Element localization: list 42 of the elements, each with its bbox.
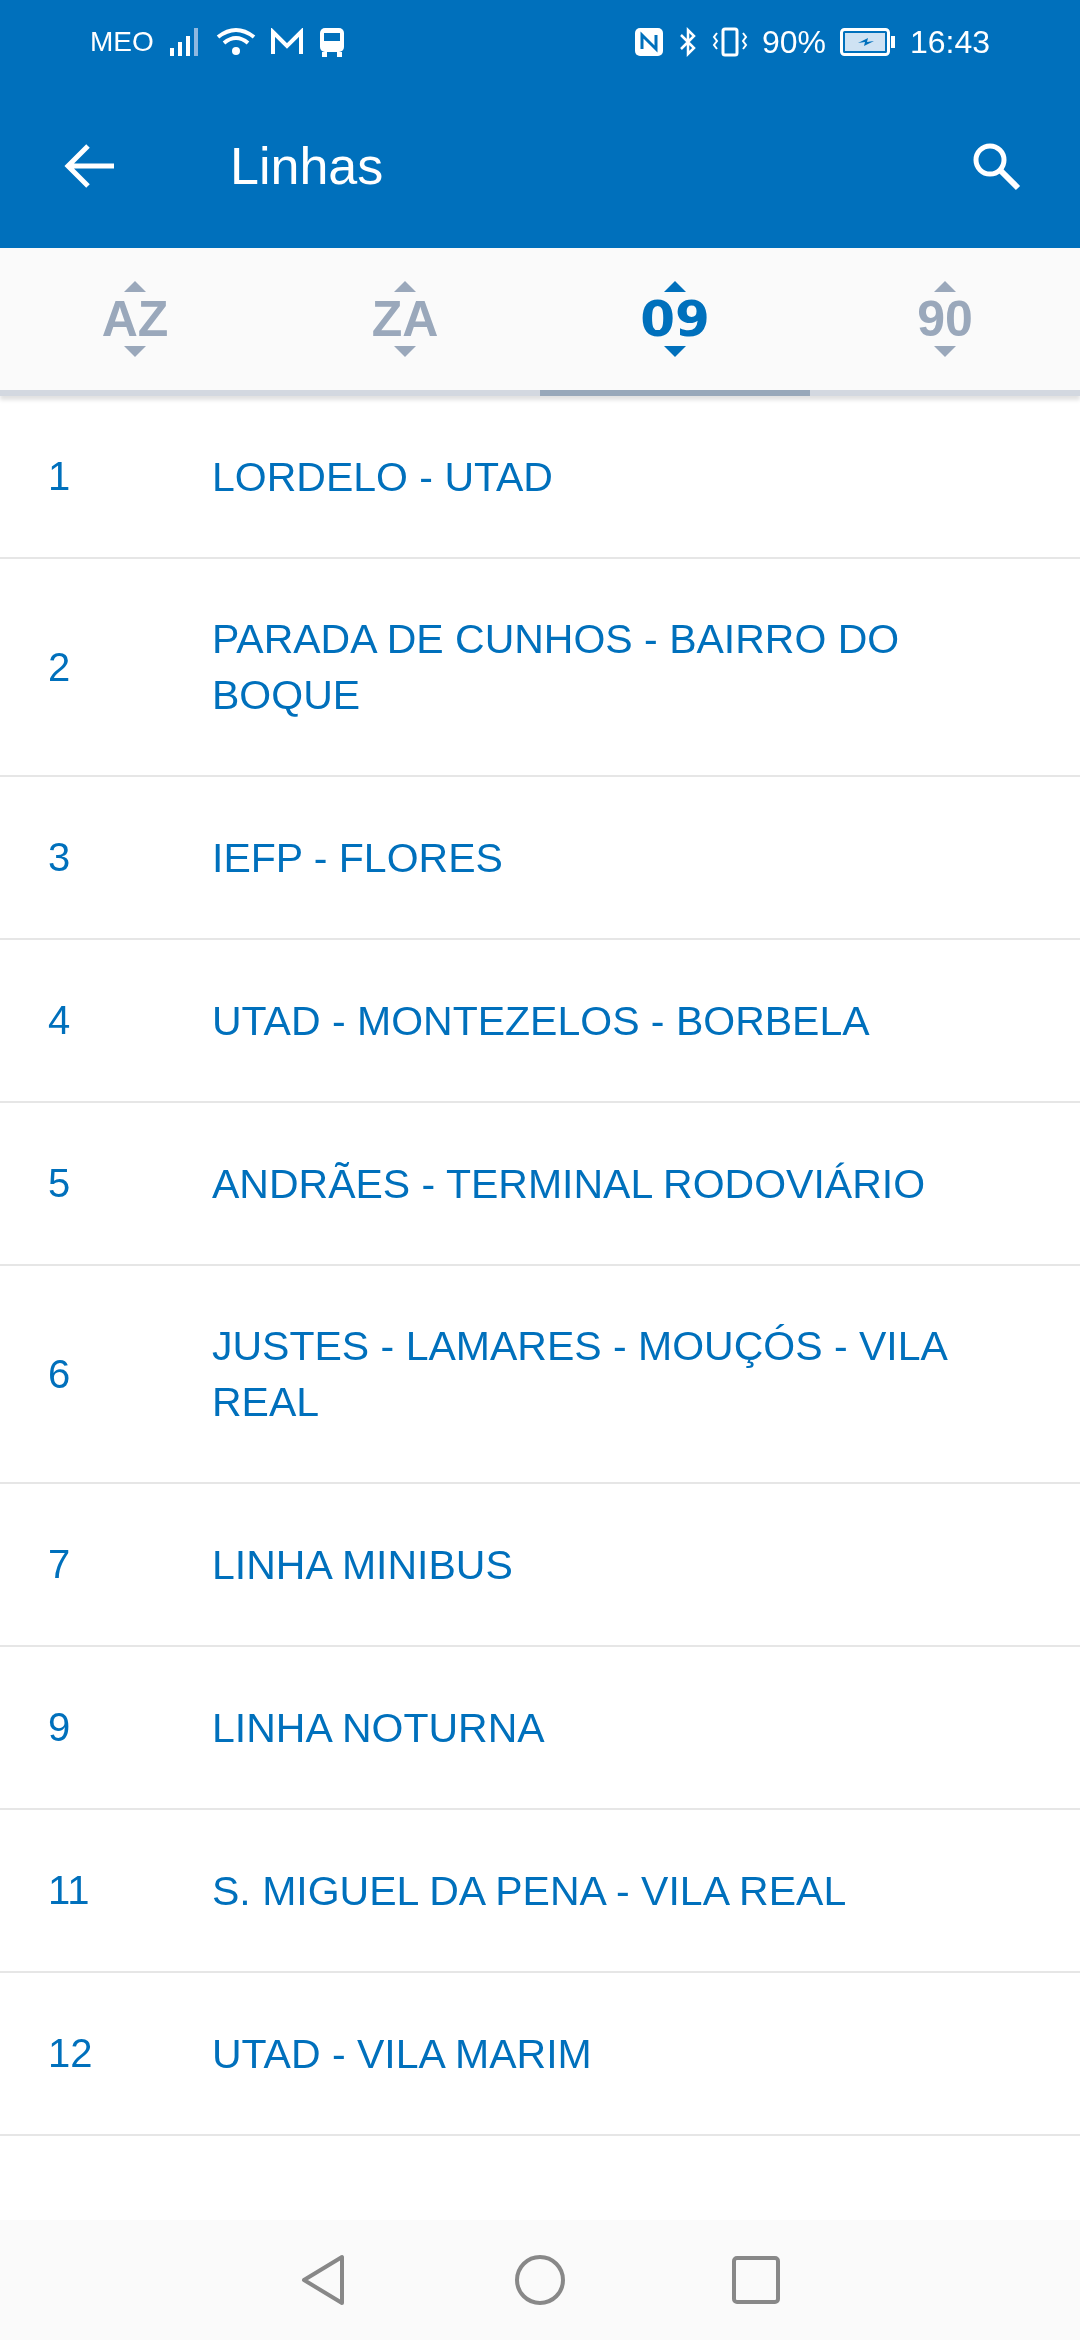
line-row[interactable]: 3 IEFP - FLORES — [0, 777, 1080, 940]
line-number: 12 — [48, 2031, 94, 2076]
bluetooth-icon — [677, 27, 698, 57]
line-row[interactable]: 12 UTAD - VILA MARIM — [0, 1973, 1080, 2136]
screen-title: Linhas — [230, 136, 385, 196]
line-row[interactable]: 6 JUSTES - LAMARES - MOUÇÓS - VILA REAL — [0, 1266, 1080, 1484]
line-number: 3 — [48, 835, 72, 880]
line-row[interactable]: 5 ANDRÃES - TERMINAL RODOVIÁRIO — [0, 1103, 1080, 1266]
vibrate-icon — [711, 27, 748, 57]
line-number: 1 — [48, 454, 72, 499]
line-row[interactable]: 11 S. MIGUEL DA PENA - VILA REAL — [0, 1810, 1080, 1973]
line-name: ANDRÃES - TERMINAL RODOVIÁRIO — [212, 1159, 926, 1209]
line-name: IEFP - FLORES — [212, 833, 503, 883]
line-name: S. MIGUEL DA PENA - VILA REAL — [212, 1866, 847, 1916]
clock: 16:43 — [909, 23, 990, 61]
line-number: 11 — [48, 1868, 91, 1913]
battery-percent: 90% — [761, 23, 826, 61]
wifi-icon — [215, 27, 256, 57]
line-number: 6 — [48, 1351, 72, 1397]
line-name: LORDELO - UTAD — [212, 452, 553, 502]
line-row[interactable]: 9 LINHA NOTURNA — [0, 1647, 1080, 1810]
line-row[interactable]: 1 LORDELO - UTAD — [0, 396, 1080, 559]
nfc-icon — [633, 27, 664, 57]
line-number: 5 — [48, 1161, 72, 1206]
mail-icon — [269, 28, 304, 56]
line-name: JUSTES - LAMARES - MOUÇÓS - VILA REAL — [212, 1322, 948, 1427]
line-row[interactable]: 7 LINHA MINIBUS — [0, 1484, 1080, 1647]
line-row[interactable]: 4 UTAD - MONTEZELOS - BORBELA — [0, 940, 1080, 1103]
sort-tab[interactable]: 09 — [540, 248, 810, 396]
line-row[interactable]: 2 PARADA DE CUNHOS - BAIRRO DO BOQUE — [0, 559, 1080, 777]
line-name: PARADA DE CUNHOS - BAIRRO DO BOQUE — [212, 615, 901, 720]
line-name: LINHA MINIBUS — [212, 1540, 513, 1590]
bus-icon — [317, 26, 346, 58]
line-name: UTAD - MONTEZELOS - BORBELA — [212, 996, 870, 1046]
carrier-label: MEO — [90, 26, 154, 58]
line-number: 7 — [48, 1542, 72, 1587]
line-number: 2 — [48, 644, 72, 690]
line-name: LINHA NOTURNA — [212, 1703, 545, 1753]
battery-charging-icon — [839, 28, 896, 56]
line-number: 4 — [48, 998, 72, 1043]
line-number: 9 — [48, 1705, 72, 1750]
line-name: UTAD - VILA MARIM — [212, 2029, 592, 2079]
